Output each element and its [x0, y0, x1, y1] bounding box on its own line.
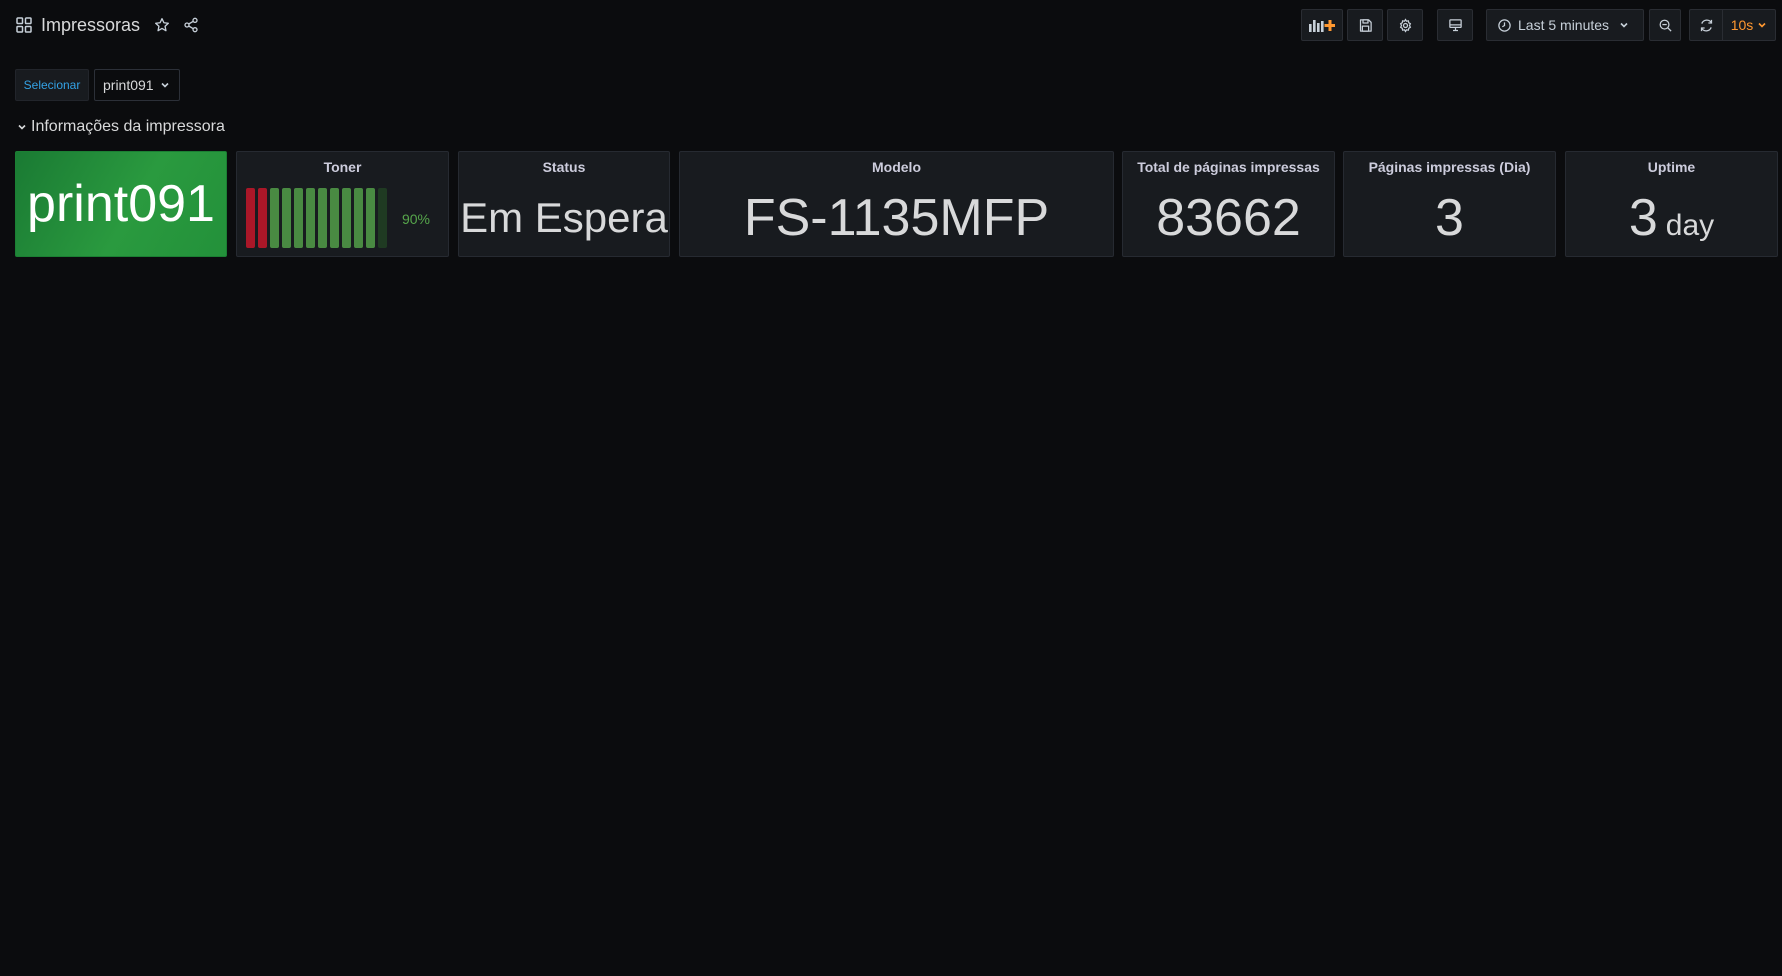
dashboard-navbar: Impressoras Last 5 minutes 10s [0, 0, 1782, 50]
pages-day-panel[interactable]: Páginas impressas (Dia) 3 [1343, 151, 1556, 257]
star-icon[interactable] [154, 17, 170, 33]
refresh-interval-picker[interactable]: 10s [1722, 9, 1776, 41]
chevron-down-icon [160, 80, 170, 90]
toner-panel[interactable]: Toner 90% [236, 151, 449, 257]
save-icon [1358, 18, 1373, 33]
status-panel[interactable]: Status Em Espera [458, 151, 670, 257]
variable-select[interactable]: print091 [94, 69, 180, 101]
toner-segment [366, 188, 375, 248]
total-pages-panel[interactable]: Total de páginas impressas 83662 [1122, 151, 1335, 257]
toner-segment [354, 188, 363, 248]
row-title: Informações da impressora [31, 118, 225, 135]
toner-segment [258, 188, 267, 248]
total-pages-value: 83662 [1156, 189, 1301, 247]
uptime-panel[interactable]: Uptime 3 day [1565, 151, 1778, 257]
toner-segment [342, 188, 351, 248]
panel-title: Uptime [1647, 159, 1696, 175]
clock-icon [1497, 18, 1512, 33]
model-panel[interactable]: Modelo FS-1135MFP [679, 151, 1114, 257]
add-panel-icon [1309, 18, 1335, 32]
toner-segment [294, 188, 303, 248]
share-icon[interactable] [183, 17, 199, 33]
zoom-out-button[interactable] [1649, 9, 1681, 41]
toner-segment [282, 188, 291, 248]
panel-title: Status [542, 159, 586, 175]
dashboard-grid-icon [16, 17, 32, 33]
toner-percent: 90% [401, 211, 430, 227]
toner-segment [306, 188, 315, 248]
dashboard-settings-button[interactable] [1387, 9, 1423, 41]
monitor-icon [1448, 18, 1463, 33]
status-value: Em Espera [460, 194, 668, 241]
uptime-unit: day [1665, 209, 1715, 242]
refresh-icon [1699, 18, 1714, 33]
chevron-down-icon [17, 122, 27, 132]
toner-segment [246, 188, 255, 248]
pages-day-value: 3 [1435, 189, 1464, 247]
panel-title: Total de páginas impressas [1137, 159, 1320, 175]
chevron-down-icon [1757, 20, 1767, 30]
model-value: FS-1135MFP [743, 189, 1050, 247]
zoom-out-icon [1658, 18, 1673, 33]
toner-segment [378, 188, 387, 248]
panel-title: Páginas impressas (Dia) [1368, 159, 1531, 175]
row-header[interactable]: Informações da impressora [17, 118, 225, 136]
time-range-picker[interactable]: Last 5 minutes [1486, 9, 1644, 41]
toner-segment [330, 188, 339, 248]
panel-title: Toner [323, 159, 362, 175]
dashboard-title-area: Impressoras [16, 12, 199, 38]
printer-name-panel[interactable]: print091 [15, 151, 227, 257]
add-panel-button[interactable] [1301, 9, 1343, 41]
time-range-label: Last 5 minutes [1518, 17, 1610, 33]
refresh-button[interactable] [1689, 9, 1722, 41]
dashboard-title[interactable]: Impressoras [41, 15, 140, 36]
variable-selected-value: print091 [103, 77, 154, 93]
refresh-interval-label: 10s [1730, 17, 1754, 33]
toner-gauge [246, 188, 387, 248]
gear-icon [1398, 17, 1413, 33]
panel-title: Modelo [872, 159, 921, 175]
toner-segment [270, 188, 279, 248]
toner-segment [318, 188, 327, 248]
uptime-value-wrap: 3 day [1566, 188, 1777, 248]
printer-name-value: print091 [27, 175, 215, 233]
variable-label: Selecionar [15, 69, 89, 101]
uptime-value: 3 [1628, 189, 1658, 247]
save-dashboard-button[interactable] [1347, 9, 1383, 41]
chevron-down-icon [1619, 20, 1629, 30]
view-mode-button[interactable] [1437, 9, 1473, 41]
